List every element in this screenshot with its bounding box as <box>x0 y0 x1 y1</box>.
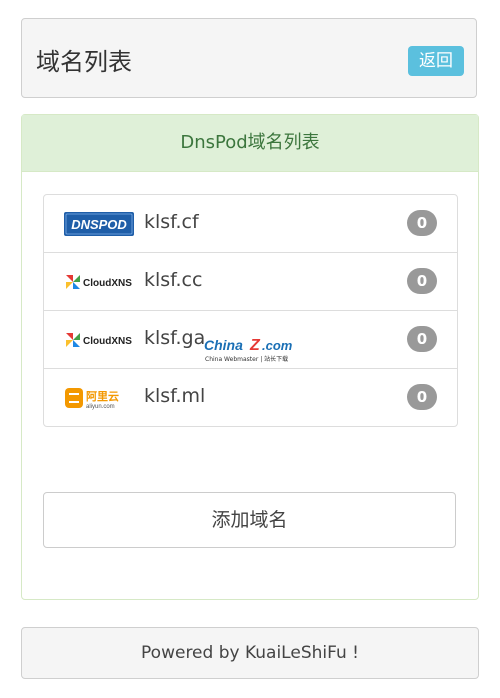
count-badge: 0 <box>407 384 437 410</box>
dnspod-logo: DNSPOD <box>64 212 134 236</box>
svg-text:CloudXNS: CloudXNS <box>83 278 132 289</box>
back-button[interactable]: 返回 <box>408 46 464 76</box>
svg-text:China Webmaster | 站长下载: China Webmaster | 站长下载 <box>205 355 288 363</box>
domain-name[interactable]: klsf.ml <box>144 385 205 407</box>
svg-text:.com: .com <box>262 338 293 353</box>
count-badge: 0 <box>407 326 437 352</box>
cloudxns-logo: CloudXNS <box>66 333 132 347</box>
aliyun-logo: 阿里云 aliyun.com <box>65 388 119 410</box>
page-header: 域名列表 返回 <box>21 18 477 98</box>
svg-text:Z: Z <box>249 337 261 354</box>
add-domain-button[interactable]: 添加域名 <box>43 492 456 548</box>
list-item[interactable]: 阿里云 aliyun.com klsf.ml 0 <box>44 369 457 426</box>
svg-text:DNSPOD: DNSPOD <box>71 217 127 232</box>
panel-heading: DnsPod域名列表 <box>22 115 478 172</box>
svg-text:China: China <box>204 337 243 353</box>
list-item[interactable]: CloudXNS klsf.cc 0 <box>44 253 457 311</box>
domain-name[interactable]: klsf.ga <box>144 327 205 349</box>
domain-name[interactable]: klsf.cc <box>144 269 202 291</box>
cloudxns-logo: CloudXNS <box>66 275 132 289</box>
svg-text:aliyun.com: aliyun.com <box>86 404 115 410</box>
domain-list: DNSPOD klsf.cf 0 CloudXNS klsf.cc 0 Clou… <box>43 194 458 427</box>
svg-text:阿里云: 阿里云 <box>86 389 119 403</box>
list-item[interactable]: DNSPOD klsf.cf 0 <box>44 195 457 253</box>
footer: Powered by KuaiLeShiFu ! <box>21 627 479 679</box>
count-badge: 0 <box>407 210 437 236</box>
domain-name[interactable]: klsf.cf <box>144 211 199 233</box>
svg-text:CloudXNS: CloudXNS <box>83 336 132 347</box>
count-badge: 0 <box>407 268 437 294</box>
china-z-watermark: China Z .com China Webmaster | 站长下载 <box>204 337 293 363</box>
page-title: 域名列表 <box>36 48 132 76</box>
